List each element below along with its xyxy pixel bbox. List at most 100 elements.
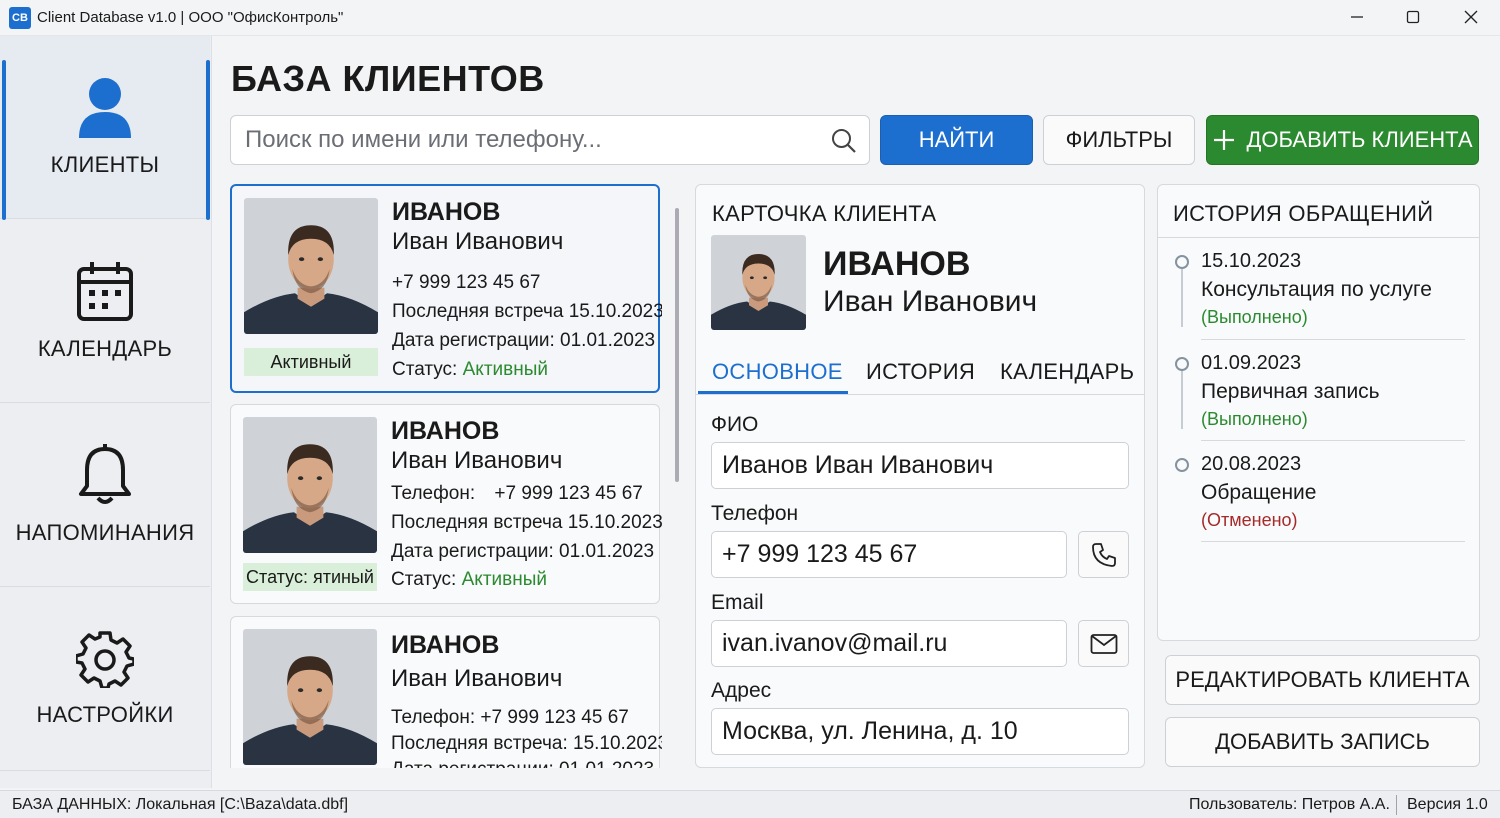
client-first-middle: Иван Иванович: [391, 665, 563, 692]
client-card[interactable]: ИВАНОВ Иван Иванович Телефон: +7 999 123…: [230, 616, 662, 768]
email-button[interactable]: [1078, 620, 1129, 667]
history-status: (Отменено): [1201, 510, 1298, 530]
phone-icon: [1091, 542, 1116, 567]
search-icon[interactable]: [831, 128, 857, 159]
fio-field[interactable]: [711, 442, 1129, 489]
client-reg-date: Дата регистрации: 01.01.2023: [391, 541, 655, 562]
app-icon: CB: [9, 6, 31, 29]
find-button[interactable]: НАЙТИ: [880, 115, 1033, 165]
history-text: Обращение: [1201, 481, 1317, 504]
client-phone-label: Телефон:: [391, 483, 476, 504]
client-phone-value: +7 999 123 45 67: [494, 483, 643, 504]
client-card[interactable]: Активный ИВАНОВ Иван Иванович +7 999 123…: [230, 184, 662, 393]
edit-client-button[interactable]: РЕДАКТИРОВАТЬ КЛИЕНТА: [1165, 655, 1480, 705]
add-client-button[interactable]: ДОБАВИТЬ КЛИЕНТА: [1206, 115, 1479, 165]
add-client-label: ДОБАВИТЬ КЛИЕНТА: [1246, 127, 1473, 152]
timeline-dot: [1175, 357, 1189, 371]
status-bar: БАЗА ДАННЫХ: Локальная [C:\Baza\data.dbf…: [0, 790, 1500, 818]
client-status: Статус: Активный: [391, 569, 547, 591]
client-last-meeting: Последняя встреча: 15.10.2023: [391, 733, 662, 754]
title-bar: CB Client Database v1.0 | ООО "ОфисКонтр…: [0, 0, 1500, 36]
client-photo: [243, 629, 377, 765]
filters-button[interactable]: ФИЛЬТРЫ: [1043, 115, 1195, 165]
timeline-line: [1181, 269, 1183, 327]
status-badge: Активный: [244, 348, 378, 376]
timeline-line: [1181, 371, 1183, 429]
window-title: Client Database v1.0 | ООО "ОфисКонтроль…: [37, 9, 344, 26]
tab-main[interactable]: ОСНОВНОЕ: [712, 359, 843, 385]
fio-label: ФИО: [711, 413, 759, 436]
client-first-middle: Иван Иванович: [391, 447, 563, 474]
history-date: 01.09.2023: [1201, 352, 1302, 374]
bell-icon: [79, 444, 131, 504]
maximize-icon[interactable]: [1384, 0, 1442, 34]
client-last-meeting: Последняя встреча 15.10.2023: [392, 301, 662, 322]
page-title: БАЗА КЛИЕНТОВ: [231, 58, 545, 99]
current-user: Пользователь: Петров А.А.: [1189, 796, 1390, 813]
sidebar-item-calendar[interactable]: КАЛЕНДАРЬ: [0, 220, 210, 403]
client-phone: Телефон: +7 999 123 45 67: [391, 707, 629, 728]
history-text: Консультация по услуге: [1201, 278, 1432, 301]
address-field[interactable]: [711, 708, 1129, 755]
phone-field[interactable]: [711, 531, 1067, 578]
history-panel: ИСТОРИЯ ОБРАЩЕНИЙ 15.10.2023 Консультаци…: [1157, 184, 1480, 641]
detail-header: КАРТОЧКА КЛИЕНТА: [712, 201, 937, 226]
client-list: Активный ИВАНОВ Иван Иванович +7 999 123…: [230, 184, 662, 768]
app-version: Версия 1.0: [1407, 796, 1488, 813]
search-input[interactable]: [245, 126, 825, 154]
divider: [1201, 339, 1465, 340]
minimize-icon[interactable]: [1328, 0, 1386, 34]
sidebar-item-label: КАЛЕНДАРЬ: [37, 336, 173, 361]
add-record-button[interactable]: ДОБАВИТЬ ЗАПИСЬ: [1165, 717, 1480, 767]
history-date: 15.10.2023: [1201, 250, 1302, 272]
sidebar-item-reminders[interactable]: НАПОМИНАНИЯ: [0, 404, 210, 587]
plus-icon: [1214, 130, 1235, 150]
sidebar: КЛИЕНТЫ КАЛЕНДАРЬ НАПОМИНАНИЯ НАСТРОЙКИ: [0, 36, 212, 788]
client-reg-date: Дата регистрации: 01.01.2023: [391, 759, 654, 768]
client-status-label: Статус:: [391, 569, 457, 590]
search-box: [230, 115, 870, 165]
status-badge: Статус: ятиный: [243, 563, 377, 591]
client-last-name: ИВАНОВ: [391, 417, 500, 445]
client-last-meeting: Последняя встреча 15.10.2023: [391, 512, 662, 533]
detail-first-middle: Иван Иванович: [823, 285, 1038, 318]
client-phone: +7 999 123 45 67: [392, 272, 541, 293]
call-button[interactable]: [1078, 531, 1129, 578]
history-title: ИСТОРИЯ ОБРАЩЕНИЙ: [1173, 201, 1434, 226]
client-photo: [244, 198, 378, 334]
history-date: 20.08.2023: [1201, 453, 1302, 475]
detail-tabs: ОСНОВНОЕ ИСТОРИЯ КАЛЕНДАРЬ: [696, 353, 1144, 395]
gear-icon: [76, 631, 134, 688]
database-path: БАЗА ДАННЫХ: Локальная [C:\Baza\data.dbf…: [12, 796, 349, 813]
tab-calendar[interactable]: КАЛЕНДАРЬ: [1000, 359, 1134, 385]
calendar-icon: [77, 262, 133, 321]
user-icon: [79, 78, 131, 138]
history-status: (Выполнено): [1201, 307, 1308, 327]
client-status: Статус: Активный: [392, 359, 548, 381]
close-icon[interactable]: [1442, 0, 1500, 34]
mail-icon: [1090, 633, 1117, 654]
email-label: Email: [711, 591, 764, 614]
divider: [1158, 237, 1479, 238]
detail-last-name: ИВАНОВ: [823, 245, 971, 283]
client-photo: [243, 417, 377, 553]
client-last-name: ИВАНОВ: [391, 631, 500, 659]
email-field[interactable]: [711, 620, 1067, 667]
history-text: Первичная запись: [1201, 380, 1380, 403]
sidebar-item-clients[interactable]: КЛИЕНТЫ: [0, 36, 210, 220]
client-status-value: Активный: [462, 359, 548, 380]
client-reg-date: Дата регистрации: 01.01.2023: [392, 330, 656, 351]
client-detail-panel: КАРТОЧКА КЛИЕНТА ИВАНОВ Иван Иванович ОС…: [695, 184, 1145, 768]
timeline-dot: [1175, 255, 1189, 269]
client-card[interactable]: Статус: ятиный ИВАНОВ Иван Иванович Теле…: [230, 404, 662, 604]
list-scrollbar[interactable]: [675, 208, 679, 482]
address-label: Адрес: [711, 679, 772, 702]
history-status: (Выполнено): [1201, 409, 1308, 429]
client-last-name: ИВАНОВ: [392, 198, 501, 226]
client-status-value: Активный: [461, 569, 547, 590]
sidebar-item-settings[interactable]: НАСТРОЙКИ: [0, 588, 210, 771]
phone-label: Телефон: [711, 502, 799, 525]
timeline-dot: [1175, 458, 1189, 472]
client-first-middle: Иван Иванович: [392, 228, 564, 255]
tab-history[interactable]: ИСТОРИЯ: [866, 359, 975, 385]
